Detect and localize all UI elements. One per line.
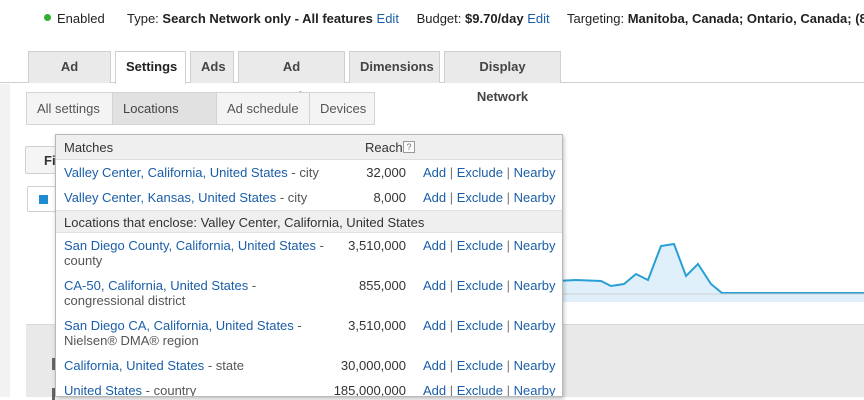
targeting-label: Targeting: (566, 11, 625, 26)
type-label: Type: (127, 11, 159, 26)
tab-ads[interactable]: Ads (190, 51, 234, 83)
location-reach: 855,000 (359, 278, 406, 293)
enclosing-locations-heading: Locations that enclose: Valley Center, C… (56, 210, 562, 233)
subtab-all-settings[interactable]: All settings (26, 92, 113, 125)
exclude-link[interactable]: Exclude (457, 358, 503, 373)
budget-label: Budget: (416, 11, 462, 26)
nearby-link[interactable]: Nearby (514, 358, 556, 373)
exclude-link[interactable]: Exclude (457, 190, 503, 205)
performance-chart (556, 242, 864, 302)
add-link[interactable]: Add (423, 358, 446, 373)
location-name[interactable]: San Diego CA, California, United States (64, 318, 294, 333)
nearby-link[interactable]: Nearby (514, 278, 556, 293)
subtab-devices[interactable]: Devices (309, 92, 375, 125)
type-value: Search Network only - All features (162, 11, 373, 26)
campaign-info: Type: Search Network only - All features… (127, 11, 864, 26)
nearby-link[interactable]: Nearby (514, 190, 556, 205)
location-reach: 8,000 (373, 190, 406, 205)
subtab-ad-schedule[interactable]: Ad schedule (216, 92, 310, 125)
add-link[interactable]: Add (423, 383, 446, 396)
reach-heading: Reach (365, 140, 403, 155)
tab-ad-groups[interactable]: Ad groups (28, 51, 111, 104)
location-kind: - city (291, 165, 319, 180)
location-suggestions-dropdown: Matches Reach ? Valley Center, Californi… (55, 134, 563, 397)
help-icon[interactable]: ? (403, 141, 415, 153)
exclude-link[interactable]: Exclude (457, 278, 503, 293)
nearby-link[interactable]: Nearby (514, 383, 556, 396)
campaign-tabs: Ad groups Settings Ads Ad extensions Dim… (0, 38, 864, 104)
exclude-link[interactable]: Exclude (457, 165, 503, 180)
exclude-link[interactable]: Exclude (457, 383, 503, 396)
targeting-value: Manitoba, Canada; Ontario, Canada; (8 mo… (627, 11, 864, 26)
nearby-link[interactable]: Nearby (514, 165, 556, 180)
nearby-link[interactable]: Nearby (514, 238, 556, 253)
tab-ad-extensions[interactable]: Ad extensions (238, 51, 345, 104)
tab-display-network[interactable]: Display Network (444, 51, 561, 104)
location-reach: 185,000,000 (333, 383, 406, 397)
campaign-summary-bar: Enabled Type: Search Network only - All … (0, 0, 864, 38)
location-name[interactable]: CA-50, California, United States (64, 278, 248, 293)
add-link[interactable]: Add (423, 318, 446, 333)
budget-value: $9.70/day (465, 11, 524, 26)
location-reach: 3,510,000 (348, 238, 406, 253)
type-edit-link[interactable]: Edit (377, 11, 399, 26)
page-gutter (0, 84, 10, 397)
add-link[interactable]: Add (423, 238, 446, 253)
location-name[interactable]: Valley Center, California, United States (64, 165, 288, 180)
location-kind: - state (207, 358, 244, 373)
location-reach: 3,510,000 (348, 318, 406, 333)
exclude-link[interactable]: Exclude (457, 238, 503, 253)
location-reach: 30,000,000 (340, 358, 406, 373)
campaign-status: Enabled (57, 11, 105, 26)
nearby-link[interactable]: Nearby (514, 318, 556, 333)
location-name[interactable]: United States (64, 383, 142, 396)
location-kind: - city (279, 190, 308, 205)
location-name[interactable]: San Diego County, California, United Sta… (64, 238, 316, 253)
location-name[interactable]: California, United States (64, 358, 204, 373)
series-swatch-icon (39, 195, 48, 204)
add-link[interactable]: Add (423, 165, 446, 180)
location-kind: - country (145, 383, 197, 397)
add-link[interactable]: Add (423, 190, 446, 205)
dropdown-header: Matches Reach ? (56, 135, 562, 160)
status-dot-icon (44, 14, 51, 21)
budget-edit-link[interactable]: Edit (527, 11, 549, 26)
location-reach: 32,000 (366, 165, 406, 180)
add-link[interactable]: Add (423, 278, 446, 293)
tab-dimensions[interactable]: Dimensions (349, 51, 440, 83)
exclude-link[interactable]: Exclude (457, 318, 503, 333)
matches-heading: Matches (64, 140, 114, 155)
subtab-locations[interactable]: Locations (112, 92, 217, 125)
location-name[interactable]: Valley Center, Kansas, United States (64, 190, 276, 205)
tab-settings[interactable]: Settings (115, 51, 186, 84)
